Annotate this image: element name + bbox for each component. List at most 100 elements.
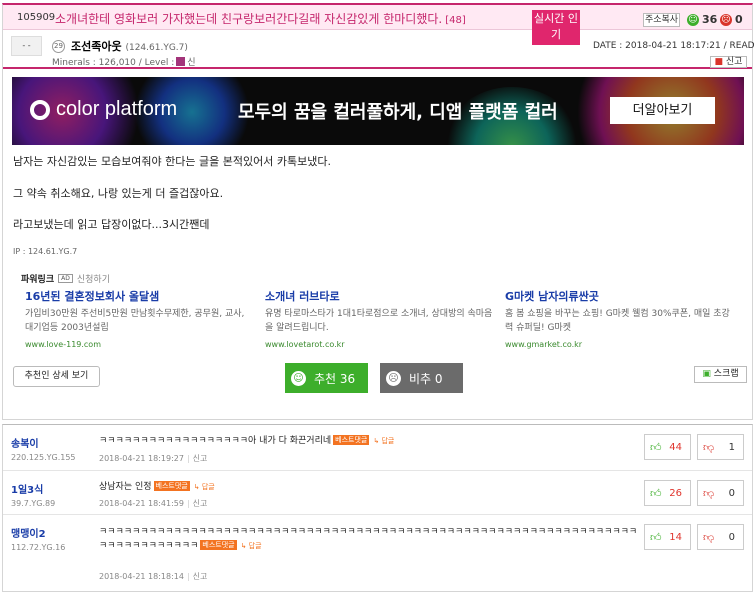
- scrap-label: 스크랩: [713, 369, 739, 379]
- comment-nickname[interactable]: 1일3식: [11, 481, 43, 496]
- divider: |: [186, 499, 190, 508]
- comment-text-body: 상남자는 인정: [99, 482, 152, 492]
- ad-apply-link[interactable]: 신청하기: [77, 272, 110, 285]
- comment-upvote-button[interactable]: 👍︎ 26: [644, 480, 691, 506]
- author-row: - - 29 조선족아웃 (124.61.YG.7) Minerals : 12…: [3, 31, 755, 69]
- powerlink-header: 파워링크 AD 신청하기: [21, 272, 110, 285]
- ad-url[interactable]: www.gmarket.co.kr: [505, 340, 735, 349]
- comment-report-link[interactable]: 신고: [193, 572, 208, 581]
- comment-nickname[interactable]: 송복이: [11, 435, 39, 450]
- siren-icon: ■: [714, 57, 724, 67]
- comment-nickname[interactable]: 맹맹이2: [11, 525, 46, 540]
- upvote-label: 추천 36: [314, 371, 356, 386]
- banner-logo-text: color platform: [56, 98, 178, 120]
- ad-banner[interactable]: color platform 모두의 꿈을 컬러풀하게, 디앱 플랫폼 컬러 더…: [12, 77, 744, 145]
- author-nickname[interactable]: 조선족아웃 (124.61.YG.7): [71, 38, 188, 54]
- powerlink-title: 파워링크: [21, 275, 55, 285]
- comment-text: ㅋㅋㅋㅋㅋㅋㅋㅋㅋㅋㅋㅋㅋㅋㅋㅋㅋㅋㅋㅋㅋㅋㅋㅋㅋㅋㅋㅋㅋㅋㅋㅋㅋㅋㅋㅋㅋㅋㅋㅋ…: [99, 525, 639, 553]
- frown-face-icon: ☹: [720, 13, 732, 26]
- thumbs-up-icon: 👍︎: [650, 530, 662, 544]
- post-body-line: 라고보냈는데 읽고 답장이없다...3시간짼데: [13, 218, 210, 231]
- ad-item[interactable]: 소개녀 러브타로 유명 타로마스타가 1대1타로점으로 소개녀, 상대방의 속마…: [265, 288, 495, 349]
- ad-description: 유명 타로마스타가 1대1타로점으로 소개녀, 상대방의 속마음을 알려드립니다…: [265, 309, 493, 333]
- reply-link[interactable]: ↳ 답글: [194, 483, 215, 491]
- thumbs-down-icon: 👎︎: [703, 530, 715, 544]
- comment-meta: 2018-04-21 18:41:59 | 신고: [99, 498, 207, 509]
- reply-link[interactable]: ↳ 답글: [373, 437, 394, 445]
- post-title: 소개녀한테 영화보러 가자했는데 친구랑보러간다길래 자신감있게 한마디했다.[…: [55, 10, 466, 27]
- post-number: 105909: [17, 12, 56, 23]
- copy-address-button[interactable]: 주소복사: [643, 13, 680, 27]
- comment-text-body: ㅋㅋㅋㅋㅋㅋㅋㅋㅋㅋㅋㅋㅋㅋㅋㅋㅋㅋ아 내가 다 화끈거리네: [99, 436, 332, 446]
- upvote-mini-value: 36: [702, 13, 718, 26]
- author-minerals-level: Minerals : 126,010 / Level : 신: [52, 55, 196, 68]
- comment-ip: 39.7.YG.89: [11, 499, 56, 508]
- recommender-detail-button[interactable]: 추천인 상세 보기: [13, 366, 100, 387]
- comment-downvote-button[interactable]: 👎︎ 0: [697, 524, 744, 550]
- post-ip: IP : 124.61.YG.7: [13, 247, 78, 256]
- best-comment-badge: 베스트댓글: [333, 435, 370, 445]
- best-comment-badge: 베스트댓글: [200, 540, 237, 550]
- comment-date: 2018-04-21 18:18:14: [99, 572, 184, 581]
- smile-face-icon: ☺: [687, 13, 699, 26]
- comment-list: 송복이 220.125.YG.155 ㅋㅋㅋㅋㅋㅋㅋㅋㅋㅋㅋㅋㅋㅋㅋㅋㅋㅋ아 내…: [2, 424, 753, 592]
- smile-face-icon: ☺: [291, 370, 306, 386]
- comment-downvote-count: 0: [728, 531, 735, 543]
- thumbs-up-icon: 👍︎: [650, 486, 662, 500]
- comment-count[interactable]: [48]: [445, 15, 466, 26]
- comment-date: 2018-04-21 18:19:27: [99, 454, 184, 463]
- banner-cta-button[interactable]: 더알아보기: [610, 97, 715, 124]
- comment-downvote-count: 0: [728, 487, 735, 499]
- downvote-mini-value: 0: [735, 13, 743, 26]
- post-container: 105909 소개녀한테 영화보러 가자했는데 친구랑보러간다길래 자신감있게 …: [2, 3, 755, 420]
- author-nickname-text: 조선족아웃: [71, 40, 122, 53]
- level-number-badge: 29: [52, 40, 65, 53]
- comment-text: ㅋㅋㅋㅋㅋㅋㅋㅋㅋㅋㅋㅋㅋㅋㅋㅋㅋㅋ아 내가 다 화끈거리네 베스트댓글 ↳ 답글: [99, 435, 639, 447]
- scrap-button[interactable]: ▣ 스크랩: [694, 366, 747, 383]
- report-label: 신고: [725, 57, 743, 67]
- post-body-line: 남자는 자신감있는 모습보여줘야 한다는 글을 본적있어서 카톡보냈다.: [13, 155, 331, 168]
- ad-url[interactable]: www.lovetarot.co.kr: [265, 340, 495, 349]
- banner-logo: color platform: [30, 98, 177, 121]
- comment-date: 2018-04-21 18:41:59: [99, 499, 184, 508]
- best-comment-badge: 베스트댓글: [153, 481, 190, 491]
- reply-link[interactable]: ↳ 답글: [241, 542, 262, 550]
- comment-item: 송복이 220.125.YG.155 ㅋㅋㅋㅋㅋㅋㅋㅋㅋㅋㅋㅋㅋㅋㅋㅋㅋㅋ아 내…: [3, 425, 752, 471]
- post-title-text: 소개녀한테 영화보러 가자했는데 친구랑보러간다길래 자신감있게 한마디했다.: [55, 12, 443, 26]
- report-button[interactable]: ■ 신고: [710, 56, 747, 68]
- color-platform-logo-icon: [30, 99, 50, 120]
- comment-report-link[interactable]: 신고: [193, 454, 208, 463]
- minerals-text: Minerals : 126,010 / Level :: [52, 58, 175, 68]
- avatar: - -: [11, 36, 42, 56]
- thumbs-up-icon: 👍︎: [650, 440, 662, 454]
- divider: |: [186, 572, 190, 581]
- ad-title[interactable]: 16년된 결혼정보회사 올달샘: [25, 288, 255, 304]
- comment-upvote-button[interactable]: 👍︎ 14: [644, 524, 691, 550]
- post-title-bar: 105909 소개녀한테 영화보러 가자했는데 친구랑보러간다길래 자신감있게 …: [3, 5, 752, 45]
- comment-downvote-button[interactable]: 👎︎ 0: [697, 480, 744, 506]
- downvote-count-mini: ☹ 0: [720, 13, 743, 26]
- level-icon: [176, 57, 186, 66]
- banner-slogan: 모두의 꿈을 컬러풀하게, 디앱 플랫폼 컬러: [238, 102, 558, 123]
- ad-item[interactable]: 16년된 결혼정보회사 올달샘 가입비30만원 주선비5만원 만남횟수무제한, …: [25, 288, 255, 349]
- ad-title[interactable]: G마켓 남자의류싼곳: [505, 288, 735, 304]
- comment-text: 상남자는 인정 베스트댓글 ↳ 답글: [99, 481, 639, 493]
- upvote-button[interactable]: ☺ 추천 36: [285, 363, 368, 393]
- divider: |: [186, 454, 190, 463]
- ad-description: 홈 봄 쇼핑을 바꾸는 쇼핑! G마켓 웰컴 30%쿠폰, 매일 초강력 슈퍼딜…: [505, 309, 730, 333]
- thumbs-down-icon: 👎︎: [703, 486, 715, 500]
- comment-upvote-count: 26: [669, 487, 682, 499]
- ad-title[interactable]: 소개녀 러브타로: [265, 288, 495, 304]
- comment-upvote-count: 14: [669, 531, 682, 543]
- post-date-read: DATE : 2018-04-21 18:17:21 / READ : 7304: [593, 41, 755, 51]
- scrap-icon: ▣: [702, 369, 711, 379]
- ad-description: 가입비30만원 주선비5만원 만남횟수무제한, 공무원, 교사, 대기업등 20…: [25, 309, 245, 333]
- ad-item[interactable]: G마켓 남자의류싼곳 홈 봄 쇼핑을 바꾸는 쇼핑! G마켓 웰컴 30%쿠폰,…: [505, 288, 735, 349]
- ad-url[interactable]: www.love-119.com: [25, 340, 255, 349]
- comment-item: 1일3식 39.7.YG.89 상남자는 인정 베스트댓글 ↳ 답글 2018-04…: [3, 471, 752, 515]
- comment-upvote-button[interactable]: 👍︎ 44: [644, 434, 691, 460]
- level-name: 신: [187, 58, 196, 68]
- comment-downvote-button[interactable]: 👎︎ 1: [697, 434, 744, 460]
- downvote-button[interactable]: ☹ 비추 0: [380, 363, 463, 393]
- comment-report-link[interactable]: 신고: [193, 499, 208, 508]
